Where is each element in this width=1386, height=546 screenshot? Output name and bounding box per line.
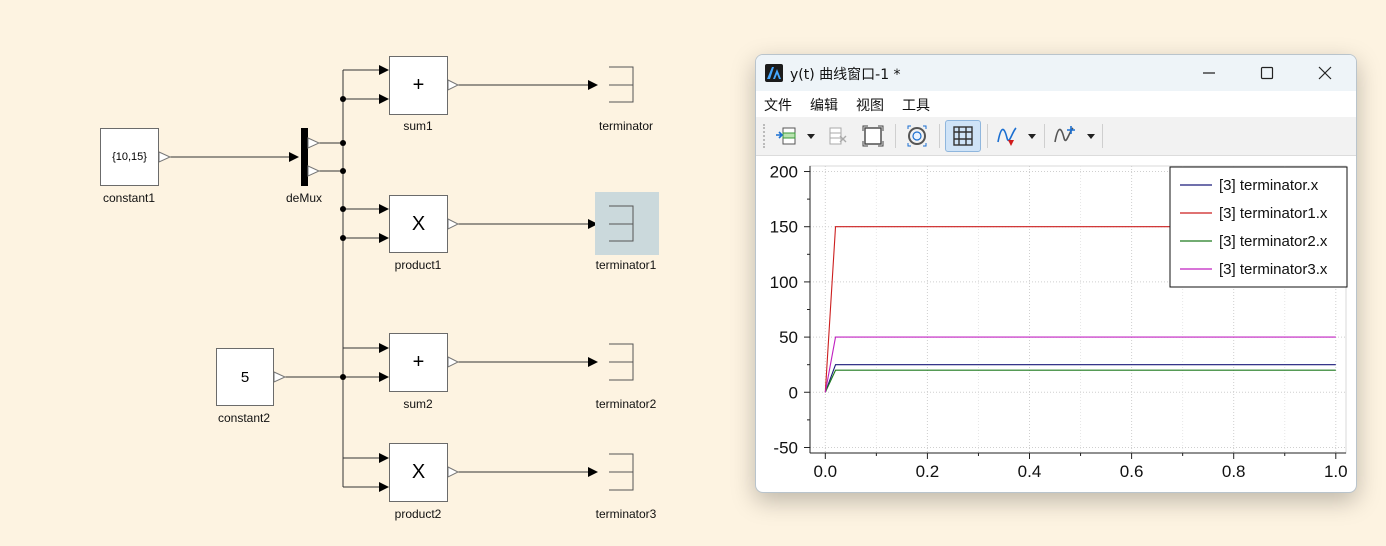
legend-entry[interactable]: [3] terminator.x (1219, 177, 1319, 194)
sum2-label: sum2 (403, 397, 433, 411)
product1-symbol: X (411, 212, 426, 235)
maximize-icon (1260, 66, 1274, 80)
constant2-label: constant2 (217, 411, 271, 425)
x-tick-label: 0.4 (1018, 462, 1042, 481)
window-title: y(t) 曲线窗口-1 * (790, 67, 901, 83)
menu-tools[interactable]: 工具 (902, 95, 930, 115)
legend-entry[interactable]: [3] terminator1.x (1219, 205, 1328, 222)
y-tick-label: 50 (779, 328, 798, 347)
fit-view-icon (862, 125, 884, 147)
legend[interactable]: [3] terminator.x [3] terminator1.x [3] ter… (1169, 166, 1348, 288)
constant2-value: 5 (240, 368, 250, 386)
toolbar-separator (1102, 124, 1103, 148)
curve-style-icon (997, 127, 1017, 146)
y-tick-label: 0 (789, 383, 798, 402)
dropdown-arrow-icon (1087, 134, 1095, 139)
zoom-reset-icon (907, 125, 927, 147)
sum2-block[interactable]: + (389, 333, 448, 392)
menu-view[interactable]: 视图 (856, 95, 884, 115)
menu-edit[interactable]: 编辑 (810, 95, 838, 115)
close-button[interactable] (1296, 55, 1354, 91)
demux-block[interactable] (301, 128, 308, 186)
toolbar-separator (895, 124, 896, 148)
legend-entry[interactable]: [3] terminator3.x (1219, 261, 1328, 278)
terminator1-label: terminator1 (595, 258, 657, 272)
add-cursor-icon (1054, 126, 1075, 143)
dropdown-arrow-icon (1028, 134, 1036, 139)
y-tick-label: 150 (770, 218, 798, 237)
product2-label: product2 (394, 507, 442, 521)
constant2-block[interactable]: 5 (216, 348, 274, 406)
x-tick-label: 0.0 (813, 462, 837, 481)
output-ports (158, 79, 460, 478)
legend-entry[interactable]: [3] terminator2.x (1219, 233, 1328, 250)
terminator3-label: terminator3 (595, 507, 657, 521)
x-tick-label: 0.6 (1120, 462, 1144, 481)
x-tick-label: 0.8 (1222, 462, 1246, 481)
demux-label: deMux (285, 191, 323, 205)
curve-style-button[interactable] (993, 120, 1023, 152)
minimize-button[interactable] (1180, 55, 1238, 91)
toolbar-separator (1044, 124, 1045, 148)
sum1-symbol: + (412, 74, 425, 96)
delete-curve-icon (829, 127, 847, 145)
app-logo-icon (765, 64, 783, 82)
product1-label: product1 (394, 258, 442, 272)
product1-block[interactable]: X (389, 195, 448, 253)
minimize-icon (1203, 72, 1215, 74)
menu-file[interactable]: 文件 (764, 95, 792, 115)
toolbar (756, 117, 1356, 156)
grid-icon (953, 126, 973, 146)
zoom-reset-button[interactable] (902, 120, 932, 152)
sum2-symbol: + (412, 351, 425, 373)
x-tick-label: 1.0 (1324, 462, 1348, 481)
close-icon (1318, 66, 1332, 80)
y-tick-label: 200 (770, 163, 798, 182)
grid-toggle-button[interactable] (945, 120, 981, 152)
constant1-label: constant1 (102, 191, 156, 205)
curve-plot[interactable]: 0.0 0.2 0.4 0.6 0.8 1.0 -50 0 50 100 150 200 [3] t… (756, 156, 1356, 492)
delete-curve-button[interactable] (822, 120, 852, 152)
curve-style-dropdown[interactable] (1025, 120, 1039, 152)
sum1-block[interactable]: + (389, 56, 448, 115)
toolbar-separator (939, 124, 940, 148)
constant1-block[interactable]: {10,15} (100, 128, 159, 186)
dropdown-arrow-icon (807, 134, 815, 139)
menu-bar: 文件 编辑 视图 工具 (756, 91, 1356, 117)
add-cursor-button[interactable] (1050, 120, 1080, 152)
add-cursor-dropdown[interactable] (1084, 120, 1098, 152)
constant1-value: {10,15} (112, 151, 147, 163)
x-tick-label: 0.2 (916, 462, 940, 481)
toolbar-separator (987, 124, 988, 148)
y-tick-label: -50 (773, 438, 798, 457)
title-bar[interactable]: y(t) 曲线窗口-1 * (756, 55, 1356, 91)
add-curve-dropdown[interactable] (804, 120, 818, 152)
product2-symbol: X (411, 461, 426, 483)
sum1-label: sum1 (403, 119, 433, 133)
terminator2-label: terminator2 (595, 397, 657, 411)
y-tick-label: 100 (770, 273, 798, 292)
fit-view-button[interactable] (858, 120, 888, 152)
add-curve-icon (776, 127, 796, 145)
plot-window[interactable]: y(t) 曲线窗口-1 * 文件 编辑 视图 工具 0.0 0.2 0.4 0.… (755, 54, 1357, 493)
terminator-label: terminator (598, 119, 654, 133)
add-curve-button[interactable] (772, 120, 802, 152)
product2-block[interactable]: X (389, 443, 448, 502)
toolbar-grip (763, 124, 766, 148)
maximize-button[interactable] (1238, 55, 1296, 91)
